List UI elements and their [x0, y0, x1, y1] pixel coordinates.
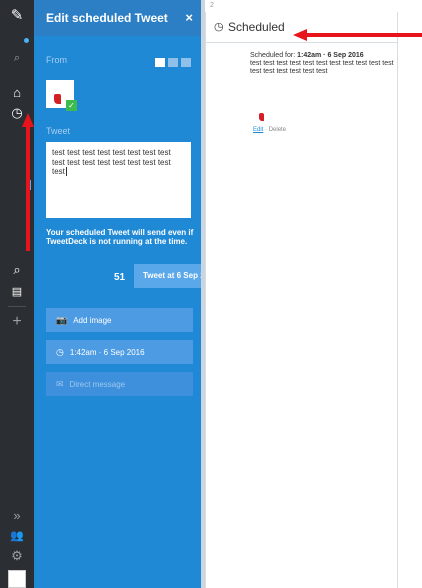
rail-divider [8, 306, 26, 307]
annotation-arrow-up [22, 113, 34, 251]
plus-icon[interactable]: + [0, 314, 34, 330]
edit-link[interactable]: Edit [253, 127, 263, 133]
add-image-label: Add image [73, 315, 112, 325]
notification-dot [24, 38, 29, 43]
annotation-arrow-right [293, 29, 422, 41]
account-view-toggles[interactable] [155, 58, 191, 67]
clock-icon: ◷ [214, 21, 224, 33]
selected-check-icon: ✓ [66, 100, 77, 111]
scheduled-time: 1:42am · 6 Sep 2016 [297, 52, 364, 59]
edit-tweet-panel: Edit scheduled Tweet × From ✓ Tweet test… [34, 0, 227, 588]
column-title: Scheduled [228, 20, 285, 34]
text-caret [65, 167, 67, 176]
user-avatar[interactable] [8, 570, 26, 588]
search-column-icon[interactable]: ⌕ [0, 262, 34, 278]
clock-icon: ◷ [56, 346, 64, 357]
scheduled-actions: Edit · Delete [253, 127, 286, 133]
camera-icon: 📷 [56, 314, 68, 325]
tweet-label: Tweet [46, 126, 71, 136]
scheduled-column: 2 ◷ Scheduled Scheduled for: 1:42am · 6 … [205, 2, 398, 588]
scheduled-text: test test test test test test test test … [250, 60, 394, 75]
tweet-text: test test test test test test test test … [52, 148, 171, 176]
grid-view-icon[interactable] [168, 58, 178, 67]
direct-message-label: Direct message [69, 379, 126, 389]
scheduled-tweet: Scheduled for: 1:42am · 6 Sep 2016 test … [250, 52, 395, 76]
single-view-icon[interactable] [155, 58, 165, 67]
add-image-button[interactable]: 📷 Add image [46, 308, 193, 332]
home-icon[interactable]: ⌂ [0, 85, 34, 101]
list-view-icon[interactable] [181, 58, 191, 67]
direct-message-button[interactable]: ✉ Direct message [46, 372, 193, 396]
schedule-time-label: 1:42am · 6 Sep 2016 [69, 347, 145, 357]
account-avatar[interactable]: ✓ [46, 80, 77, 111]
accounts-icon[interactable]: 👥 [0, 528, 34, 544]
scheduled-avatar [256, 109, 268, 123]
nav-rail: ✎ ⌕ ⌂ ◷ ⌕ ▤ + » 👥 ⚙ [0, 0, 34, 588]
account-logo [54, 94, 61, 104]
tweet-textarea[interactable]: test test test test test test test test … [46, 142, 191, 218]
scheduled-prefix: Scheduled for: [250, 52, 296, 59]
expand-icon[interactable]: » [0, 508, 34, 524]
compose-icon[interactable]: ✎ [0, 8, 34, 24]
action-separator: · [265, 127, 268, 133]
character-count: 51 [114, 272, 126, 283]
schedule-time-button[interactable]: ◷ 1:42am · 6 Sep 2016 [46, 340, 193, 364]
account-logo [259, 113, 264, 121]
search-icon[interactable]: ⌕ [0, 50, 34, 66]
close-icon[interactable]: × [185, 10, 193, 25]
panel-title: Edit scheduled Tweet [46, 11, 168, 25]
from-label: From [46, 55, 67, 65]
columns-icon[interactable]: ▤ [0, 284, 34, 300]
settings-icon[interactable]: ⚙ [0, 548, 34, 564]
delete-link[interactable]: Delete [269, 127, 286, 133]
envelope-icon: ✉ [56, 378, 64, 389]
column-number: 2 [210, 2, 214, 9]
schedule-warning: Your scheduled Tweet will send even if T… [46, 228, 194, 246]
panel-header: Edit scheduled Tweet × [34, 0, 201, 36]
